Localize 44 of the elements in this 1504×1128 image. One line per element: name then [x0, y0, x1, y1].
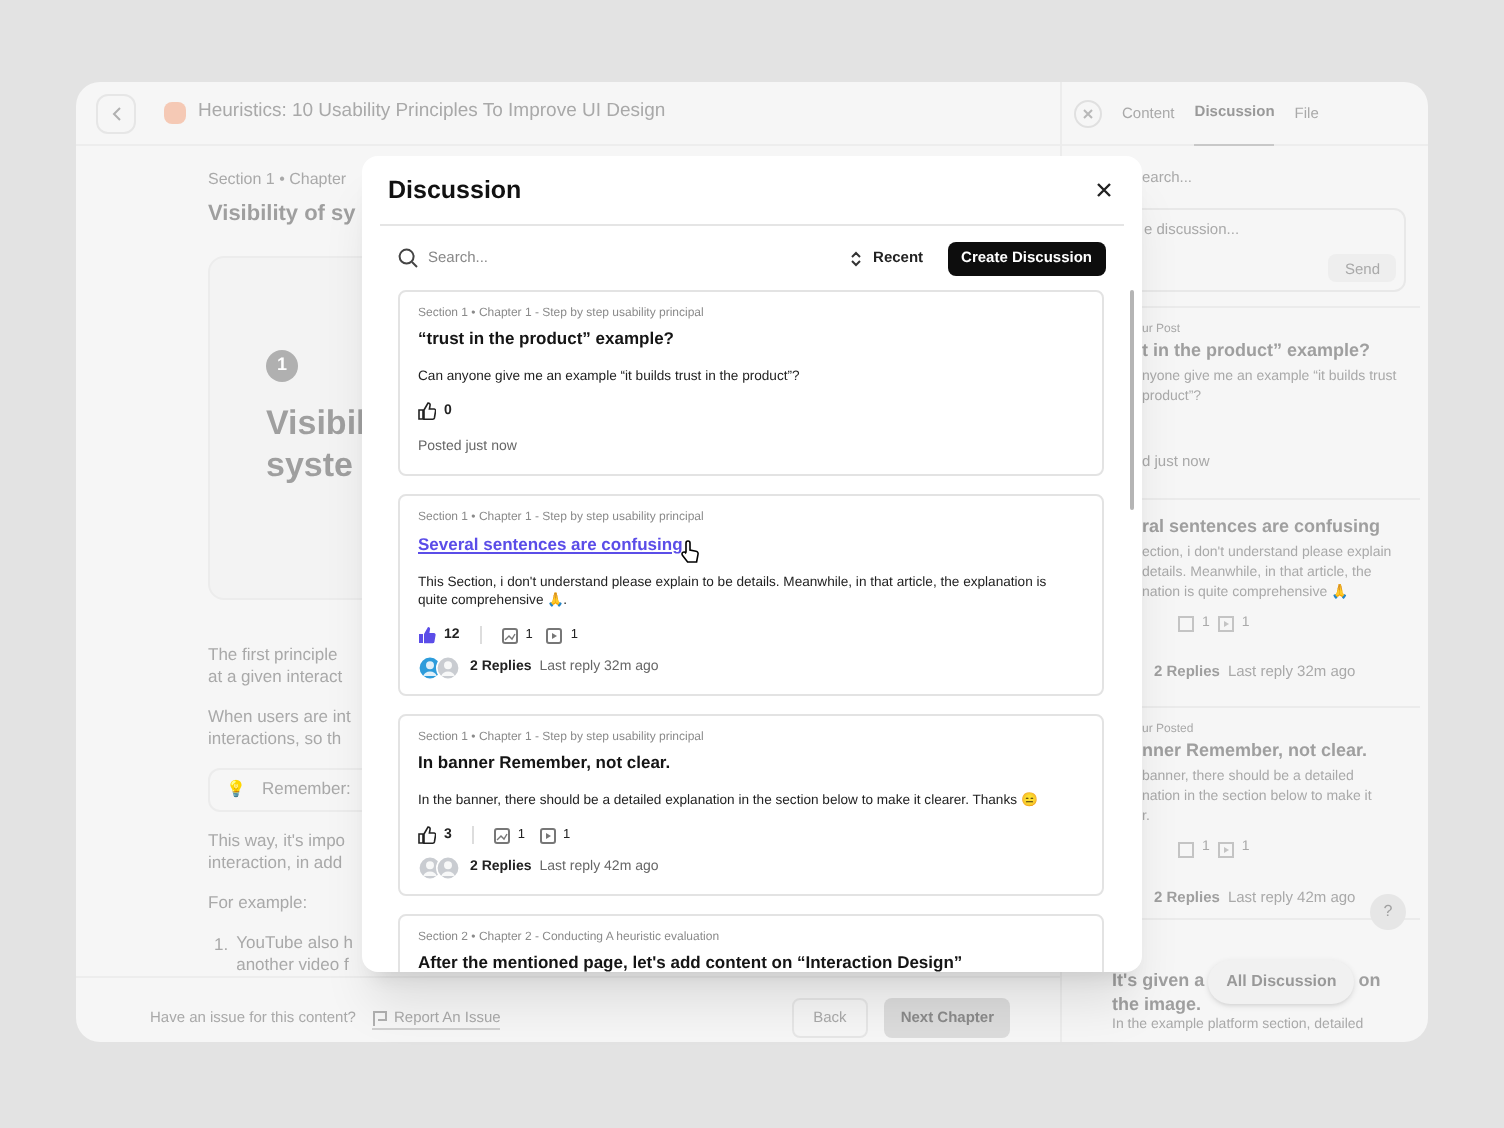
thread-title[interactable]: “trust in the product” example? [418, 328, 674, 350]
sort-icon [849, 249, 862, 267]
avatar-icon [436, 656, 460, 680]
thread-title[interactable]: In banner Remember, not clear. [418, 752, 671, 774]
close-icon [1074, 99, 1102, 127]
flag-icon [371, 1009, 388, 1025]
post-title: on [1358, 968, 1381, 995]
lesson-heading: Visibility of sy [208, 200, 356, 230]
avatar-icon [436, 856, 460, 880]
course-title: Heuristics: 10 Usability Principles To Improve UI Design [198, 98, 666, 127]
video-icon [1217, 841, 1234, 857]
step-number: 1 [266, 349, 298, 381]
video-icon [1217, 615, 1234, 632]
card-title: syste [266, 443, 353, 485]
card-title: Visibil [266, 401, 366, 443]
search-icon [398, 248, 418, 268]
post-title: ral sentences are confusing [1142, 513, 1381, 537]
bulb-emoji: 💡 [226, 777, 246, 801]
thread-card[interactable] [398, 714, 1104, 896]
paragraph: For example: [208, 891, 308, 913]
close-icon [1096, 182, 1112, 198]
all-discussion-button[interactable]: All Discussion [1208, 960, 1355, 1004]
post-title: nner Remember, not clear. [1142, 738, 1368, 763]
banner-label: Remember: [262, 776, 351, 802]
thread-title[interactable]: After the mentioned page, let's add content on “Interaction Design” [418, 952, 963, 972]
paragraph: The first principle at a given interact [208, 643, 343, 687]
paragraph: This way, it's impo interaction, in add [208, 829, 346, 873]
post-title: It's given a [1112, 968, 1205, 995]
video-icon [539, 827, 556, 844]
hand-cursor-icon [680, 539, 701, 563]
post-title: t in the product” example? [1142, 338, 1371, 363]
thread-title[interactable]: Several sentences are confusing [418, 533, 683, 555]
breadcrumb: Section 1 • Chapter [208, 168, 347, 192]
list-number: 1. [214, 931, 229, 957]
scrollbar-thumb[interactable] [1130, 290, 1134, 510]
help-button[interactable]: ? [1370, 894, 1406, 930]
dialog-title: Discussion [388, 173, 522, 208]
paragraph: YouTube also h another video f [236, 931, 354, 975]
course-logo [164, 102, 186, 124]
post-title: the image. [1112, 994, 1202, 1014]
paragraph: When users are int interactions, so th [208, 705, 351, 749]
chevron-left-icon [110, 105, 122, 121]
thread-card[interactable] [398, 493, 1104, 696]
video-icon [546, 627, 563, 644]
